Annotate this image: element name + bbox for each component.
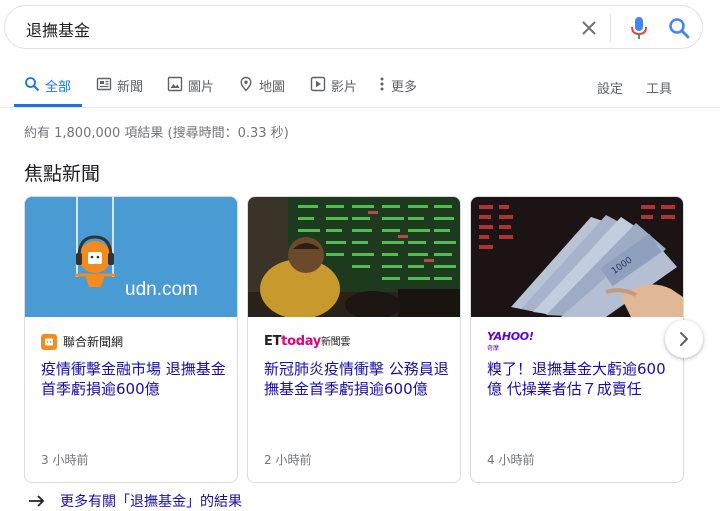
tab-all[interactable]: 全部	[24, 76, 71, 106]
yahoo-logo: YAHOO!	[487, 330, 534, 343]
tab-news[interactable]: 新聞	[96, 76, 143, 106]
thumbnail-text: udn.com	[125, 279, 198, 300]
news-timestamp: 2 小時前	[264, 453, 312, 467]
tools-link[interactable]: 工具	[646, 78, 672, 97]
news-timestamp: 4 小時前	[487, 453, 535, 467]
section-title: 焦點新聞	[24, 163, 101, 185]
ettoday-logo-today: today	[281, 334, 321, 349]
tabs-divider	[0, 107, 720, 108]
search-input[interactable]: 退撫基金	[26, 17, 90, 41]
tab-label: 更多	[391, 80, 418, 95]
carousel-next-button[interactable]	[665, 320, 703, 358]
mic-icon[interactable]	[627, 15, 651, 41]
clear-icon[interactable]	[578, 17, 600, 39]
news-headline[interactable]: 糗了！退撫基金大虧逾600億 代操業者估７成賣任	[487, 359, 672, 399]
news-thumbnail: udn.com	[25, 197, 237, 317]
play-icon	[310, 76, 326, 92]
map-pin-icon	[240, 76, 252, 92]
image-icon	[167, 76, 183, 92]
tab-label: 地圖	[259, 80, 286, 95]
news-card-2[interactable]: ETtoday新聞雲 新冠肺炎疫情衝擊 公務員退撫基金首季虧損逾600億 2 小…	[247, 196, 461, 483]
news-card-3[interactable]: 1000 YAHOO! 奇摩 糗了！退撫基金大虧逾600億 代操業者估７成賣任 …	[470, 196, 684, 483]
tab-maps[interactable]: 地圖	[238, 76, 285, 106]
search-tabs: 全部 新聞 圖片 地圖 影片 更多 設定 工具	[0, 70, 720, 108]
arrow-right-icon	[29, 495, 45, 507]
chevron-right-icon	[680, 332, 688, 346]
yahoo-logo-sub: 奇摩	[487, 345, 500, 352]
settings-link[interactable]: 設定	[597, 78, 623, 97]
banknotes-photo-icon: 1000	[471, 197, 683, 317]
search-divider	[610, 14, 611, 42]
more-results-link[interactable]: 更多有關「退撫基金」的結果	[28, 491, 242, 511]
news-source: ETtoday新聞雲	[264, 333, 350, 349]
tab-label: 影片	[331, 80, 358, 95]
ettoday-logo: ETtoday新聞雲	[264, 333, 350, 349]
news-timestamp: 3 小時前	[41, 453, 89, 467]
stock-board-photo-icon	[248, 197, 460, 317]
news-headline[interactable]: 疫情衝擊金融市場 退撫基金首季虧損逾600億	[41, 359, 226, 399]
news-thumbnail	[248, 197, 460, 317]
newspaper-icon	[96, 77, 112, 91]
news-source-name: 聯合新聞網	[63, 335, 124, 349]
result-stats: 約有 1,800,000 項結果 (搜尋時間：0.33 秒)	[24, 126, 289, 141]
more-results-label[interactable]: 更多有關「退撫基金」的結果	[60, 491, 242, 511]
news-card-1[interactable]: udn.com 聯合新聞網 疫情衝擊金融市場 退撫基金首季虧損逾600億 3 小…	[24, 196, 238, 483]
search-icon	[25, 77, 40, 92]
search-icon[interactable]	[667, 16, 691, 40]
news-thumbnail: 1000	[471, 197, 683, 317]
tab-videos[interactable]: 影片	[310, 76, 357, 106]
ettoday-logo-sub: 新聞雲	[320, 337, 351, 348]
news-source: YAHOO! 奇摩	[487, 330, 534, 352]
tab-more[interactable]: 更多	[378, 76, 417, 106]
more-vert-icon	[380, 77, 384, 91]
news-source: 聯合新聞網	[41, 333, 123, 350]
udn-favicon-icon	[41, 333, 57, 350]
tab-label: 全部	[45, 80, 72, 95]
tab-label: 圖片	[188, 80, 215, 95]
tab-label: 新聞	[117, 80, 144, 95]
tab-images[interactable]: 圖片	[167, 76, 214, 106]
search-box[interactable]: 退撫基金	[4, 5, 703, 49]
news-headline[interactable]: 新冠肺炎疫情衝擊 公務員退撫基金首季虧損逾600億	[264, 359, 449, 399]
ettoday-logo-et: ET	[264, 334, 282, 349]
